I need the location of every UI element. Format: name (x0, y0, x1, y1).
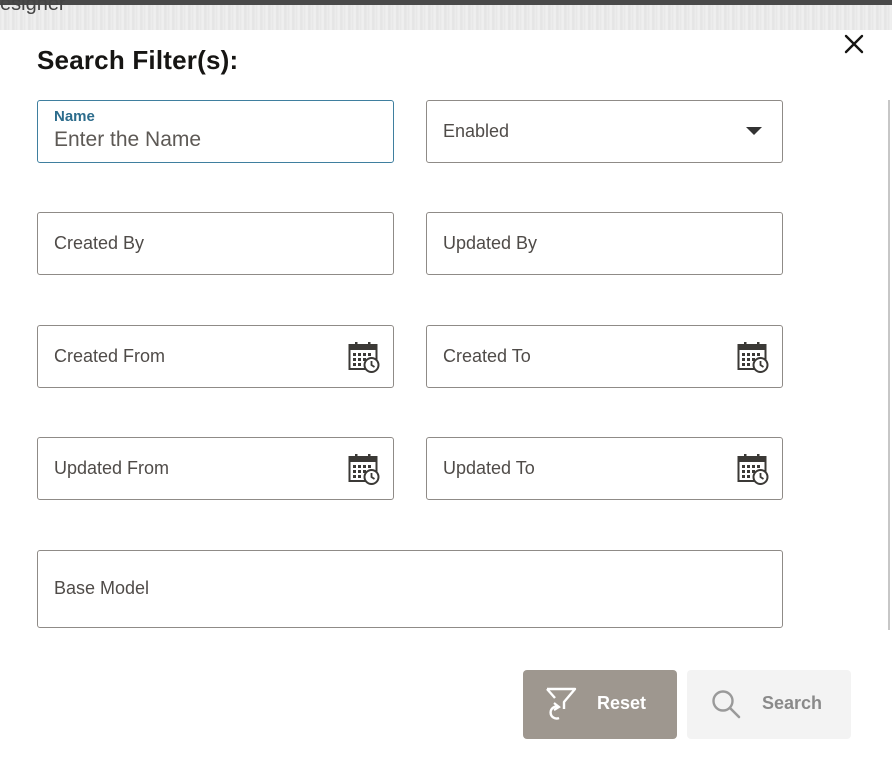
calendar-icon[interactable] (737, 341, 769, 373)
search-icon (711, 689, 741, 724)
chevron-down-icon[interactable] (746, 127, 762, 135)
base-model-field[interactable]: Base Model (37, 550, 783, 628)
dialog-title: Search Filter(s): (37, 45, 239, 75)
background-window-title: esigner (0, 0, 66, 15)
created-to-label: Created To (443, 346, 531, 366)
created-from-label: Created From (54, 346, 166, 366)
created-from-field[interactable]: Created From (37, 325, 394, 388)
name-label: Name (54, 108, 95, 125)
search-button-label: Search (762, 693, 823, 713)
updated-from-field[interactable]: Updated From (37, 437, 394, 500)
updated-to-label: Updated To (443, 458, 535, 478)
base-model-label: Base Model (54, 578, 150, 598)
enabled-select[interactable]: Enabled (426, 100, 783, 163)
updated-to-field[interactable]: Updated To (426, 437, 783, 500)
calendar-icon[interactable] (348, 453, 380, 485)
calendar-icon[interactable] (737, 453, 769, 485)
enabled-label: Enabled (443, 121, 510, 141)
name-input[interactable] (54, 128, 374, 152)
updated-from-label: Updated From (54, 458, 170, 478)
calendar-icon[interactable] (348, 341, 380, 373)
search-filter-dialog: Search Filter(s): Name Enabled Created B… (0, 30, 892, 777)
created-by-label: Created By (54, 233, 145, 253)
name-field[interactable]: Name (37, 100, 394, 163)
updated-by-field[interactable]: Updated By (426, 212, 783, 275)
search-button[interactable]: Search (687, 670, 851, 739)
reset-button-label: Reset (597, 693, 647, 713)
created-by-field[interactable]: Created By (37, 212, 394, 275)
updated-by-label: Updated By (443, 233, 538, 253)
close-icon[interactable] (840, 30, 868, 58)
background-window-strip: esigner (0, 0, 892, 30)
dialog-scrollbar[interactable] (888, 100, 890, 630)
created-to-field[interactable]: Created To (426, 325, 783, 388)
reset-button[interactable]: Reset (523, 670, 677, 739)
reset-filter-icon (545, 687, 577, 726)
